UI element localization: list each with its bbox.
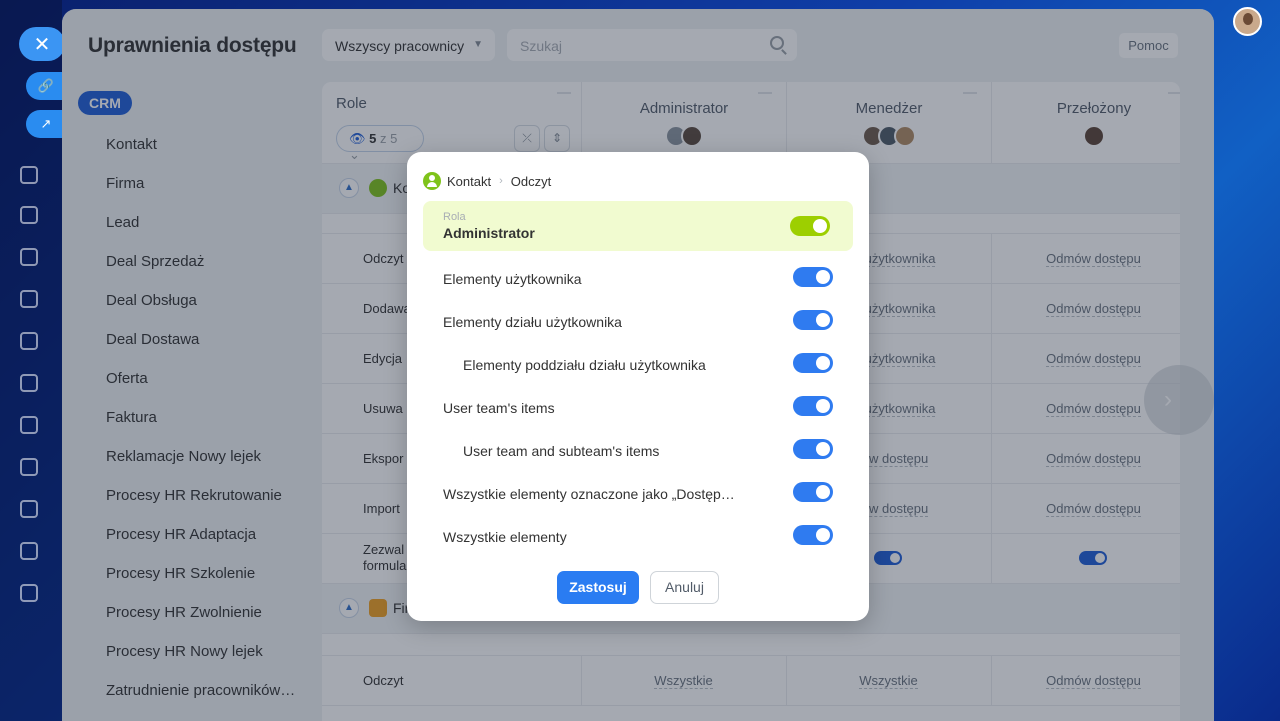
chevron-right-icon: ›	[499, 175, 503, 187]
close-slider-button[interactable]: ✕	[19, 27, 65, 61]
toggle-oznaczone-dostep[interactable]	[793, 482, 833, 502]
calendar-icon	[20, 332, 38, 350]
chat-icon	[20, 206, 38, 224]
toggle-wszystkie-elementy[interactable]	[793, 525, 833, 545]
option-elementy-dzialu: Elementy działu użytkownika	[443, 314, 622, 330]
permission-popup: Kontakt › Odczyt Rola Administrator Elem…	[407, 152, 869, 621]
toggle-user-team[interactable]	[793, 396, 833, 416]
option-elementy-poddzialu: Elementy poddziału działu użytkownika	[463, 357, 706, 373]
copy-link-icon[interactable]: 🔗	[26, 72, 66, 100]
sites-icon	[20, 290, 38, 308]
toggle-elementy-poddzialu[interactable]	[793, 353, 833, 373]
breadcrumb: Kontakt › Odczyt	[423, 172, 551, 190]
toggle-user-subteam[interactable]	[793, 439, 833, 459]
option-wszystkie-elementy: Wszystkie elementy	[443, 529, 567, 545]
document-icon	[20, 458, 38, 476]
contact-icon	[423, 172, 441, 190]
left-app-menu	[0, 0, 62, 721]
option-user-team: User team's items	[443, 400, 555, 416]
option-user-subteam: User team and subteam's items	[463, 443, 660, 459]
cancel-button[interactable]: Anuluj	[650, 571, 719, 604]
option-elementy-uzytkownika: Elementy użytkownika	[443, 271, 582, 287]
shop-icon	[20, 584, 38, 602]
sales-icon	[20, 542, 38, 560]
drive-icon	[20, 416, 38, 434]
tasks-icon	[20, 166, 38, 184]
toggle-elementy-dzialu[interactable]	[793, 310, 833, 330]
user-avatar[interactable]	[1233, 7, 1262, 36]
role-summary: Rola Administrator	[423, 201, 853, 251]
role-toggle[interactable]	[790, 216, 830, 236]
library-icon	[20, 374, 38, 392]
contact-center-icon	[20, 500, 38, 518]
apply-button[interactable]: Zastosuj	[557, 571, 639, 604]
toggle-elementy-uzytkownika[interactable]	[793, 267, 833, 287]
settings-icon	[20, 248, 38, 266]
open-new-window-icon[interactable]: ↗	[26, 110, 66, 138]
option-oznaczone-dostep: Wszystkie elementy oznaczone jako „Dostę…	[443, 486, 735, 502]
